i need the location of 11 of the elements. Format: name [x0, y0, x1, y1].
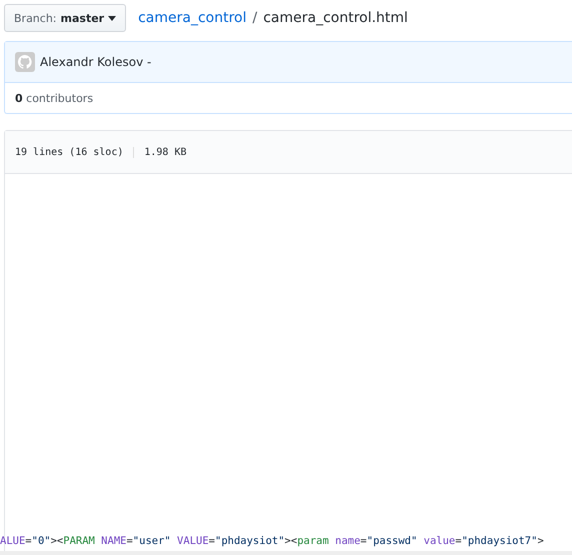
- line-count: 19 lines (16 sloc): [15, 146, 124, 158]
- file-name: camera_control.html: [263, 10, 408, 26]
- caret-icon: [108, 16, 116, 20]
- file-size: 1.98 KB: [133, 146, 187, 158]
- avatar-icon: [15, 52, 35, 72]
- contributors-text: 0 contributors: [14, 90, 94, 106]
- commit-author: Alexandr Kolesov -: [40, 55, 152, 69]
- code-line: ALUE="0"><PARAM NAME="user" VALUE="phdaysiot"><param name="passwd" value="phdaysiot7">: [0, 535, 572, 555]
- path-separator: /: [252, 10, 258, 26]
- branch-select-button[interactable]: Branch: master: [4, 4, 126, 32]
- repo-link[interactable]: camera_control: [138, 10, 246, 26]
